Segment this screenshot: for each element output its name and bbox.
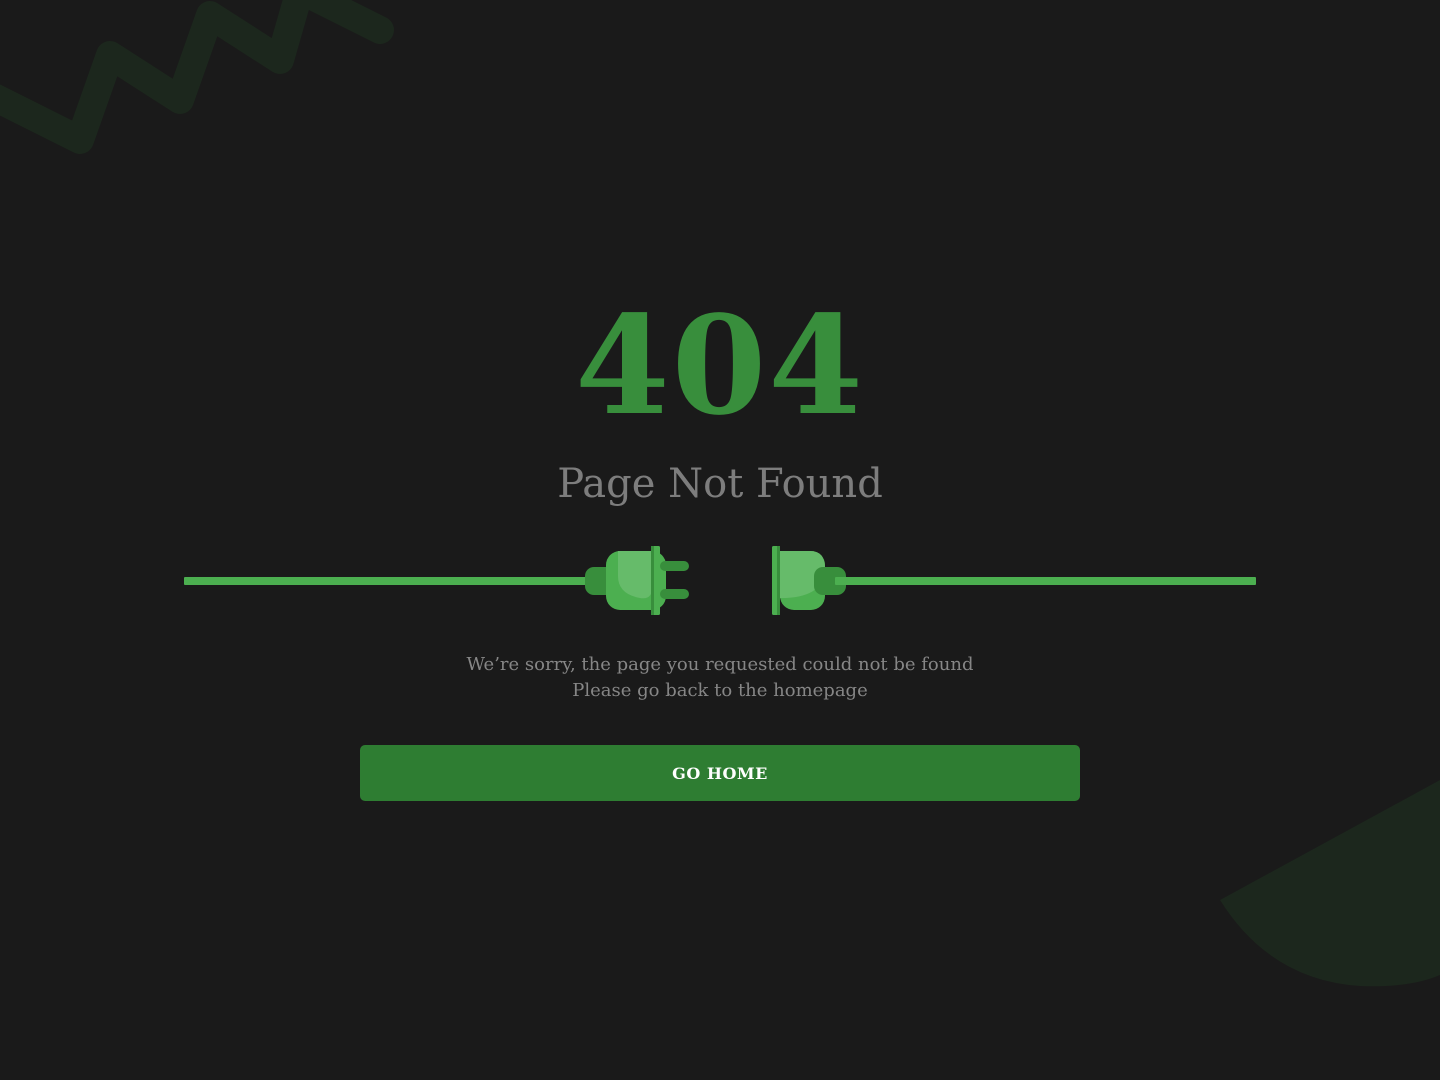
error-message-line-2: Please go back to the homepage <box>572 680 868 701</box>
background-blob-decoration <box>1220 780 1440 987</box>
error-code: 404 <box>575 286 865 446</box>
socket-right-icon <box>772 546 1256 615</box>
error-message-line-1: We’re sorry, the page you requested coul… <box>466 654 974 675</box>
go-home-button[interactable]: GO HOME <box>360 745 1080 801</box>
unplugged-cable-illustration <box>184 546 1256 615</box>
plug-left-icon <box>184 546 689 615</box>
page-title: Page Not Found <box>557 461 883 507</box>
background-zigzag-decoration <box>0 0 394 154</box>
error-message: We’re sorry, the page you requested coul… <box>0 652 1440 704</box>
